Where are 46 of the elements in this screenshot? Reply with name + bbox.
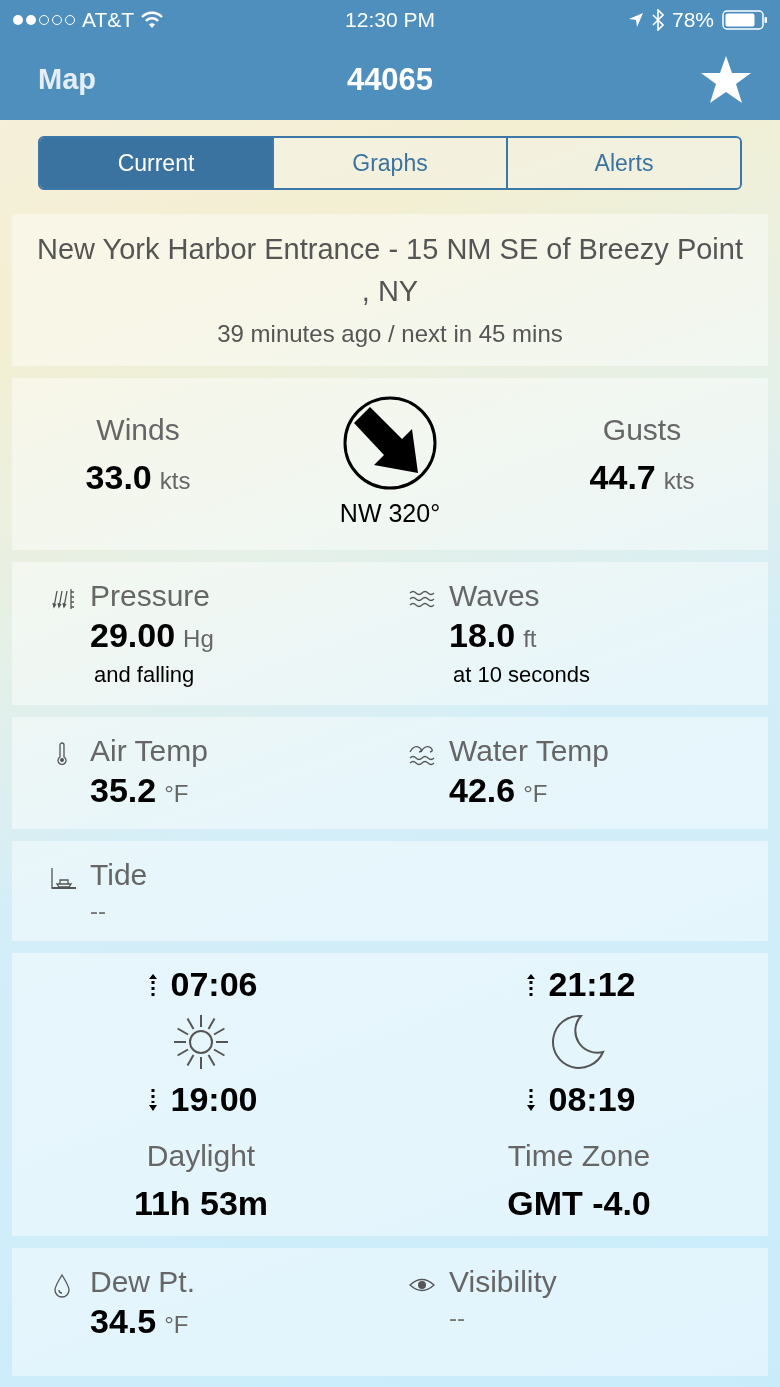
update-time: 39 minutes ago / next in 45 mins xyxy=(217,319,563,349)
metric-label: Dew Pt. xyxy=(90,1264,196,1300)
unit-label: kts xyxy=(159,466,191,496)
metric-value: -- xyxy=(449,1303,466,1333)
metric-label: Air Temp xyxy=(90,733,208,769)
winds-value: 33.0 xyxy=(85,457,152,498)
unit-label: Hg xyxy=(183,624,214,654)
unit-label: °F xyxy=(164,779,189,809)
metric-value: 42.6 xyxy=(449,770,516,811)
carrier-name: AT&T xyxy=(82,7,135,34)
rise-time: 07:06 xyxy=(170,964,258,1005)
gusts-value: 44.7 xyxy=(589,457,656,498)
metric-value: 35.2 xyxy=(90,770,157,811)
metric-label: Daylight xyxy=(146,1138,256,1174)
unit-label: ft xyxy=(523,624,537,654)
segment-tab[interactable]: Current xyxy=(40,138,272,188)
nav-title: 44065 xyxy=(346,60,434,99)
station-name: New York Harbor Entrance - 15 NM SE of Breezy Point , NY xyxy=(36,232,744,309)
status-time: 12:30 PM xyxy=(344,7,436,34)
gusts-label: Gusts xyxy=(602,412,682,448)
metric-label: Time Zone xyxy=(507,1138,651,1174)
metric-label: Visibility xyxy=(449,1264,557,1300)
metric-note: and falling xyxy=(94,661,196,689)
winds-label: Winds xyxy=(96,412,180,448)
metric-value: 34.5 xyxy=(90,1301,157,1342)
metric-value: -- xyxy=(90,896,107,926)
segment-tab[interactable]: Graphs xyxy=(272,138,506,188)
unit-label: kts xyxy=(663,466,695,496)
metric-label: Water Temp xyxy=(449,733,610,769)
rise-time: 21:12 xyxy=(548,964,636,1005)
metric-note: at 10 seconds xyxy=(453,661,590,689)
set-time: 08:19 xyxy=(548,1079,636,1120)
battery-percent: 78% xyxy=(671,7,714,34)
segment-tab[interactable]: Alerts xyxy=(506,138,740,188)
metric-label: Waves xyxy=(449,578,541,614)
unit-label: °F xyxy=(164,1310,189,1340)
metric-value: 18.0 xyxy=(449,615,516,656)
metric-label: Tide xyxy=(90,857,148,893)
metric-label: Pressure xyxy=(90,578,212,614)
metric-value: GMT -4.0 xyxy=(507,1183,651,1224)
unit-label: °F xyxy=(523,779,548,809)
set-time: 19:00 xyxy=(170,1079,258,1120)
metric-value: 11h 53m xyxy=(133,1183,269,1224)
metric-value: 29.00 xyxy=(90,615,176,656)
wind-direction: NW 320° xyxy=(339,498,441,530)
back-link[interactable]: Map xyxy=(38,58,96,102)
